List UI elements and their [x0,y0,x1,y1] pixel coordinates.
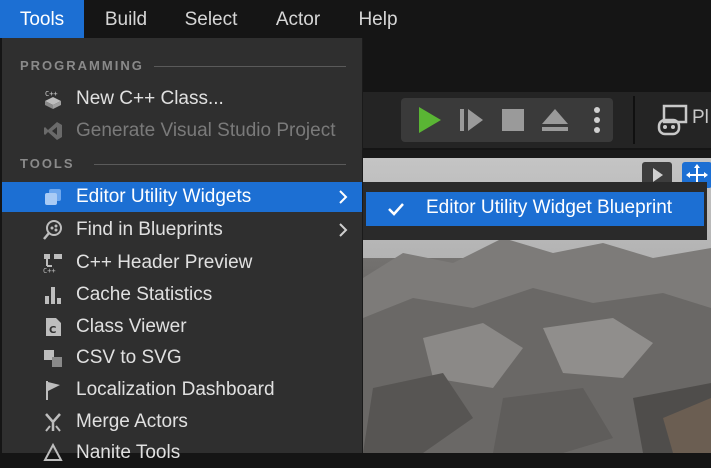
menu-select[interactable]: Select [170,0,252,38]
menu-item-localization-dashboard[interactable]: Localization Dashboard [2,375,362,405]
menu-actor[interactable]: Actor [260,0,336,38]
checkmark-icon [388,203,404,216]
menu-bar: Tools Build Select Actor Help [0,0,711,38]
eject-icon[interactable] [539,104,571,136]
menu-item-label: Cache Statistics [76,284,213,305]
cpp-header-icon: C++ [43,254,62,274]
menu-item-label: New C++ Class... [76,88,224,109]
platforms-label[interactable]: Pl [692,107,709,129]
chevron-right-icon [339,190,348,204]
advance-frame-icon[interactable] [455,104,487,136]
menu-item-csv-to-svg[interactable]: CSV to SVG [2,343,362,373]
menu-item-label: C++ Header Preview [76,252,253,273]
section-divider [94,164,346,165]
class-viewer-icon: C [46,318,61,336]
menu-help[interactable]: Help [344,0,412,38]
cpp-class-icon: C++ [45,90,61,109]
svg-text:C: C [49,325,56,336]
menu-item-new-cpp-class[interactable]: C++ New C++ Class... [2,84,362,114]
section-divider [154,66,346,67]
platforms-icon[interactable] [656,104,690,138]
menu-item-label: Editor Utility Widgets [76,186,252,207]
menu-item-generate-vs-project[interactable]: Generate Visual Studio Project [2,116,362,146]
find-blueprint-icon [43,220,62,240]
tab-strip [363,38,711,90]
menu-item-class-viewer[interactable]: C Class Viewer [2,312,362,342]
menu-item-label: Find in Blueprints [76,219,223,240]
merge-icon [45,413,61,432]
menu-item-label: Nanite Tools [76,442,181,463]
menu-item-find-in-blueprints[interactable]: Find in Blueprints [2,215,362,245]
chevron-right-icon [339,223,348,237]
flag-icon [46,381,60,400]
more-options-icon[interactable] [581,104,613,136]
toolbar-divider [633,96,635,144]
play-icon[interactable] [413,104,445,136]
viewport-header [363,150,711,158]
menu-item-label: Localization Dashboard [76,379,275,400]
visual-studio-icon [44,122,62,140]
svg-text:C++: C++ [43,267,56,274]
menu-item-cpp-header-preview[interactable]: C++ C++ Header Preview [2,248,362,278]
submenu-item-label[interactable]: Editor Utility Widget Blueprint [426,197,672,219]
menu-build[interactable]: Build [88,0,164,38]
menu-item-cache-statistics[interactable]: Cache Statistics [2,280,362,310]
bar-chart-icon [45,287,61,304]
svg-text:C++: C++ [45,90,58,98]
csv-svg-icon [44,350,62,367]
menu-item-label: CSV to SVG [76,347,182,368]
menu-item-label: Merge Actors [76,411,188,432]
menu-item-nanite-tools[interactable]: Nanite Tools [2,438,362,468]
utility-widget-icon [45,189,61,205]
stop-icon[interactable] [497,104,529,136]
tools-dropdown-menu: PROGRAMMING C++ New C++ Class... Generat… [2,38,363,463]
nanite-icon [43,442,63,461]
menu-item-editor-utility-widgets[interactable]: Editor Utility Widgets [2,182,362,212]
menu-tools[interactable]: Tools [0,0,84,38]
section-header-tools: TOOLS [20,156,75,171]
menu-item-label: Class Viewer [76,316,187,337]
menu-item-label: Generate Visual Studio Project [76,120,336,141]
section-header-programming: PROGRAMMING [20,58,144,73]
menu-item-merge-actors[interactable]: Merge Actors [2,407,362,437]
